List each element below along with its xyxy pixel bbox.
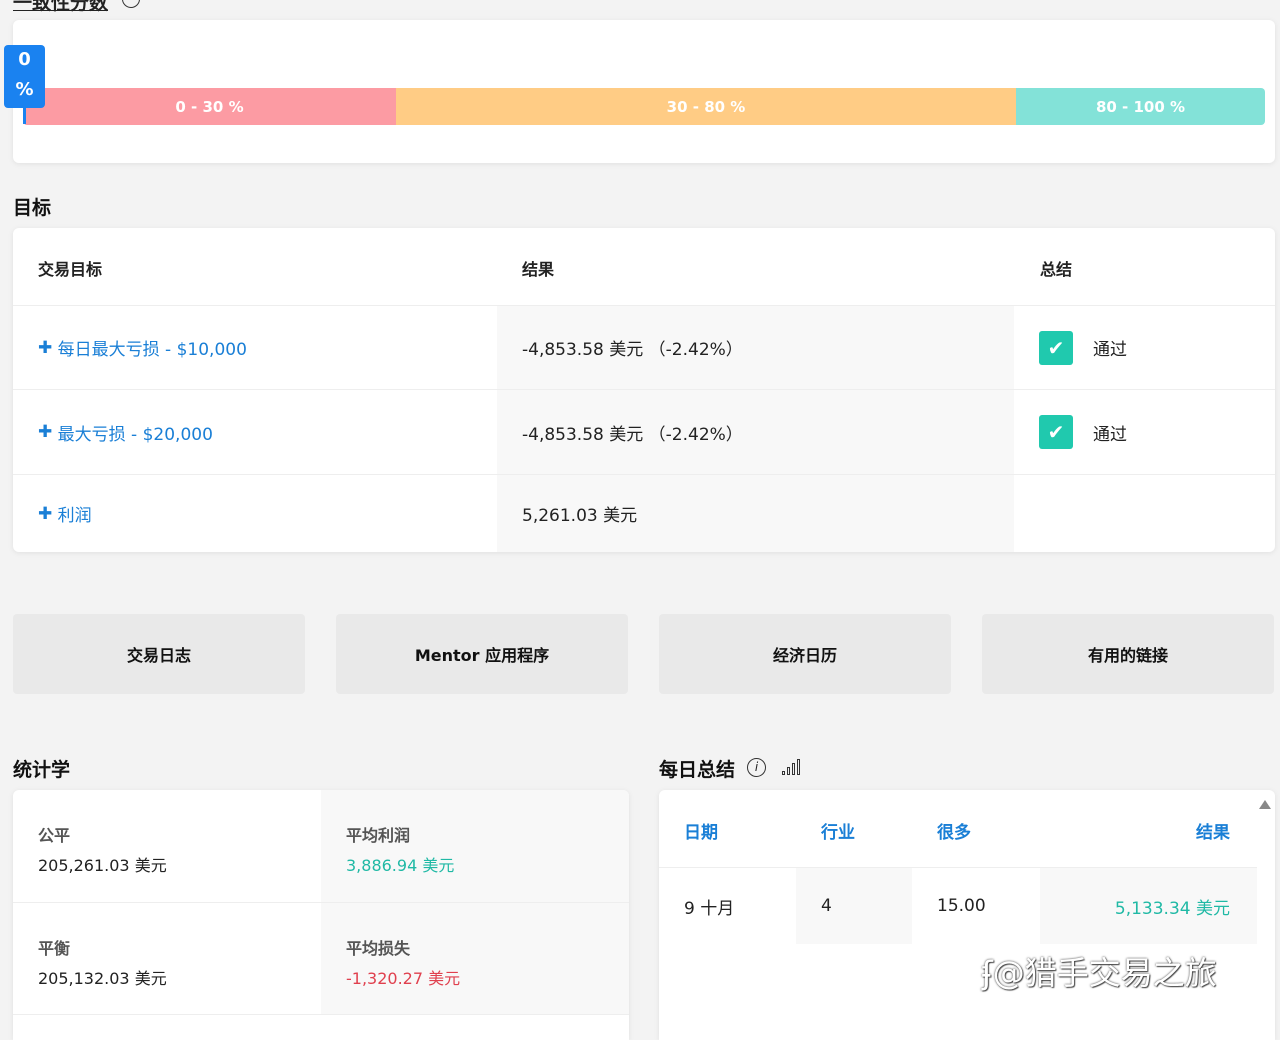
goals-table: 交易目标 结果 总结 ✚ 每日最大亏损 - $10,000 -4,853.58 …: [13, 228, 1275, 552]
check-icon: ✔: [1039, 330, 1073, 365]
goal-summary: 通过: [1093, 340, 1127, 360]
stat-label: 公平: [38, 826, 71, 845]
header-date[interactable]: 日期: [684, 818, 718, 843]
check-icon: ✔: [1039, 415, 1073, 449]
stat-value: 205,132.03 美元: [38, 969, 167, 988]
consistency-card: 0 - 30 % 30 - 80 % 80 - 100 %: [13, 20, 1275, 163]
marker-pin: [23, 106, 26, 124]
row-trades: 4: [796, 868, 912, 944]
stats-title: 统计学: [13, 759, 71, 781]
stat-label: 平均损失: [346, 939, 411, 958]
watermark-text: @猎手交易之旅: [992, 954, 1217, 992]
range-mid: 30 - 80 %: [396, 88, 1016, 125]
goals-title: 目标: [13, 197, 52, 219]
marker-unit: %: [15, 79, 34, 100]
useful-links-button[interactable]: 有用的链接: [982, 614, 1274, 694]
goal-link[interactable]: ✚ 每日最大亏损 - $10,000: [13, 306, 497, 389]
header-trades[interactable]: 行业: [821, 818, 855, 843]
stat-label: 平均利润: [346, 826, 411, 845]
goal-result: 5,261.03 美元: [497, 475, 1014, 552]
goal-link[interactable]: ✚ 最大亏损 - $20,000: [13, 390, 497, 474]
stats-card: 公平 205,261.03 美元 平均利润 3,886.94 美元 平衡 205,13…: [13, 790, 629, 1040]
consistency-title: 一致性分数: [13, 0, 109, 14]
row-result: 5,133.34 美元: [1040, 868, 1257, 944]
info-icon[interactable]: i: [747, 758, 766, 777]
daily-table: 日期 行业 很多 结果 9 十月 4 15.00 5,133.34 美元: [659, 790, 1275, 1040]
header-summary: 总结: [1040, 260, 1073, 279]
stat-value: 3,886.94 美元: [346, 856, 455, 875]
score-marker: 0 %: [4, 45, 45, 108]
table-row: ✚ 每日最大亏损 - $10,000 -4,853.58 美元 （-2.42%）…: [13, 305, 1275, 389]
marker-value: 0: [18, 49, 31, 70]
goal-link[interactable]: ✚ 利润: [13, 475, 497, 552]
row-lots: 15.00: [937, 896, 986, 916]
goal-label: 利润: [57, 506, 92, 526]
stat-label: 平衡: [38, 939, 71, 958]
bar-chart-icon[interactable]: [782, 759, 802, 775]
watermark: ʄ@猎手交易之旅: [982, 954, 1217, 992]
range-low: 0 - 30 %: [23, 88, 396, 125]
header-result: 结果: [522, 260, 555, 279]
scroll-up-icon[interactable]: [1259, 800, 1271, 809]
header-lots[interactable]: 很多: [937, 818, 971, 843]
goal-label: 每日最大亏损 - $10,000: [57, 340, 247, 360]
row-date: 9 十月: [684, 898, 735, 919]
table-row: 9 十月 4 15.00 5,133.34 美元: [659, 867, 1257, 944]
stat-value: 205,261.03 美元: [38, 856, 167, 875]
economic-calendar-button[interactable]: 经济日历: [659, 614, 951, 694]
goal-result: -4,853.58 美元 （-2.42%）: [497, 390, 1014, 474]
header-result[interactable]: 结果: [1196, 818, 1230, 843]
stat-value: -1,320.27 美元: [346, 969, 461, 988]
goal-summary: 通过: [1093, 424, 1127, 445]
table-row: ✚ 最大亏损 - $20,000 -4,853.58 美元 （-2.42%） ✔…: [13, 389, 1275, 474]
mentor-app-button[interactable]: Mentor 应用程序: [336, 614, 628, 694]
info-icon[interactable]: [122, 0, 140, 8]
header-goal: 交易目标: [38, 260, 103, 279]
table-row: ✚ 利润 5,261.03 美元: [13, 474, 1275, 552]
trading-journal-button[interactable]: 交易日志: [13, 614, 305, 694]
goal-result: -4,853.58 美元 （-2.42%）: [497, 306, 1014, 389]
range-high: 80 - 100 %: [1016, 88, 1265, 125]
goal-label: 最大亏损 - $20,000: [57, 424, 213, 445]
daily-title: 每日总结: [659, 759, 736, 781]
